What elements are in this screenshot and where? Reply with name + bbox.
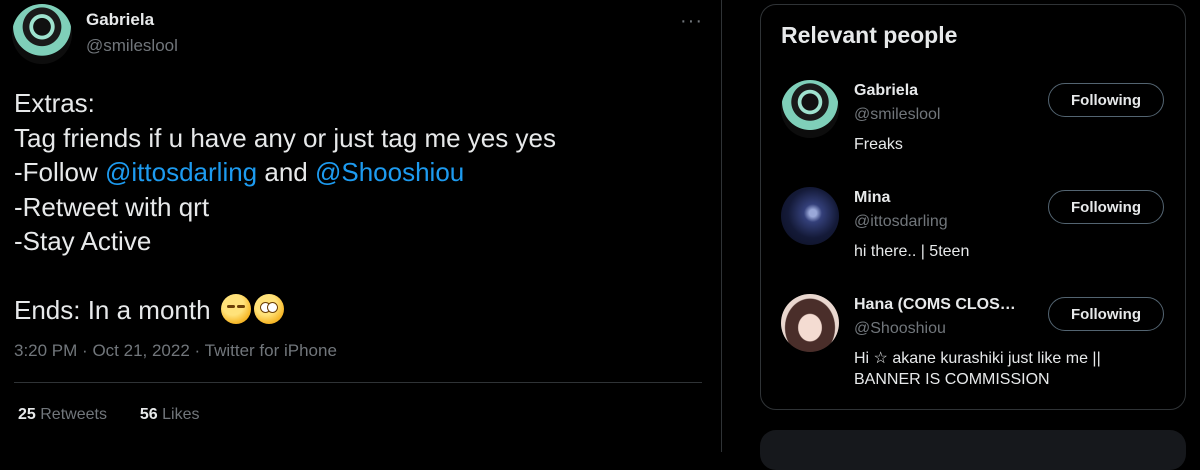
tweet-line: Extras: <box>14 88 95 118</box>
tweet-source[interactable]: Twitter for iPhone <box>205 341 337 360</box>
panel-title: Relevant people <box>781 22 958 48</box>
person-card[interactable]: Mina @ittosdarling hi there.. | 5teen Fo… <box>761 187 1187 287</box>
person-handle[interactable]: @smileslool <box>854 106 940 124</box>
tweet-date[interactable]: Oct 21, 2022 <box>92 341 189 360</box>
following-button[interactable]: Following <box>1048 297 1164 331</box>
unamused-face-emoji <box>220 294 251 324</box>
likes-count: 56 <box>139 406 158 423</box>
avatar[interactable] <box>781 187 839 245</box>
person-name[interactable]: Hana (COMS CLOS… <box>854 296 1016 314</box>
retweets-label: Retweets <box>40 406 107 423</box>
tweet-stats: 25 Retweets 56 Likes <box>18 406 199 424</box>
likes-stat[interactable]: 56 Likes <box>140 406 200 423</box>
author-handle[interactable]: @smileslool <box>86 36 178 56</box>
meta-separator: · <box>194 341 201 360</box>
person-bio: Hi ☆ akane kurashiki just like me || BAN… <box>854 350 1101 388</box>
following-button[interactable]: Following <box>1048 83 1164 117</box>
tweet-detail: Gabriela @smileslool ··· Extras: Tag fri… <box>0 0 722 452</box>
meta-separator: · <box>82 341 88 360</box>
person-name[interactable]: Gabriela <box>854 82 918 100</box>
retweets-count: 25 <box>18 406 36 423</box>
person-handle[interactable]: @Shooshiou <box>854 320 946 338</box>
person-card[interactable]: Hana (COMS CLOS… @Shooshiou Hi ☆ akane k… <box>761 294 1187 394</box>
tweet-line: -Follow @ittosdarling and @Shooshiou <box>14 155 704 190</box>
tweet-line: -Retweet with qrt <box>14 191 210 222</box>
tweet-line: -Stay Active <box>14 226 152 256</box>
avatar[interactable] <box>781 294 839 352</box>
tweet-text-fragment: and <box>257 157 315 187</box>
relevant-people-panel: Relevant people Gabriela @smileslool Fre… <box>760 4 1186 410</box>
person-bio: hi there.. | 5teen <box>854 243 970 260</box>
retweets-stat[interactable]: 25 Retweets <box>18 406 107 423</box>
tweet-time[interactable]: 3:20 PM <box>14 341 77 360</box>
person-card[interactable]: Gabriela @smileslool Freaks Following <box>761 80 1187 180</box>
likes-label: Likes <box>162 406 200 423</box>
tweet-line: Ends: In a month <box>14 293 704 328</box>
mention-link-shooshiou[interactable]: @Shooshiou <box>315 157 464 187</box>
rolling-eyes-emoji <box>253 294 284 324</box>
person-name[interactable]: Mina <box>854 189 890 207</box>
person-bio: Freaks <box>854 136 903 153</box>
following-button[interactable]: Following <box>1048 190 1164 224</box>
tweet-text: Extras: Tag friends if u have any or jus… <box>14 86 704 328</box>
mention-link-ittosdarling[interactable]: @ittosdarling <box>105 157 257 187</box>
tweet-text-fragment: Ends: In a month <box>14 295 218 325</box>
more-horizontal-icon[interactable]: ··· <box>680 10 703 33</box>
author-avatar[interactable] <box>12 4 72 64</box>
tweet-text-fragment: -Follow <box>14 157 106 187</box>
divider <box>14 382 702 383</box>
author-name[interactable]: Gabriela <box>86 10 154 30</box>
avatar[interactable] <box>781 80 839 138</box>
tweet-metadata: 3:20 PM · Oct 21, 2022 · Twitter for iPh… <box>14 341 337 361</box>
tweet-line: Tag friends if u have any or just tag me… <box>14 122 556 153</box>
next-panel <box>760 430 1186 470</box>
person-handle[interactable]: @ittosdarling <box>854 213 948 231</box>
